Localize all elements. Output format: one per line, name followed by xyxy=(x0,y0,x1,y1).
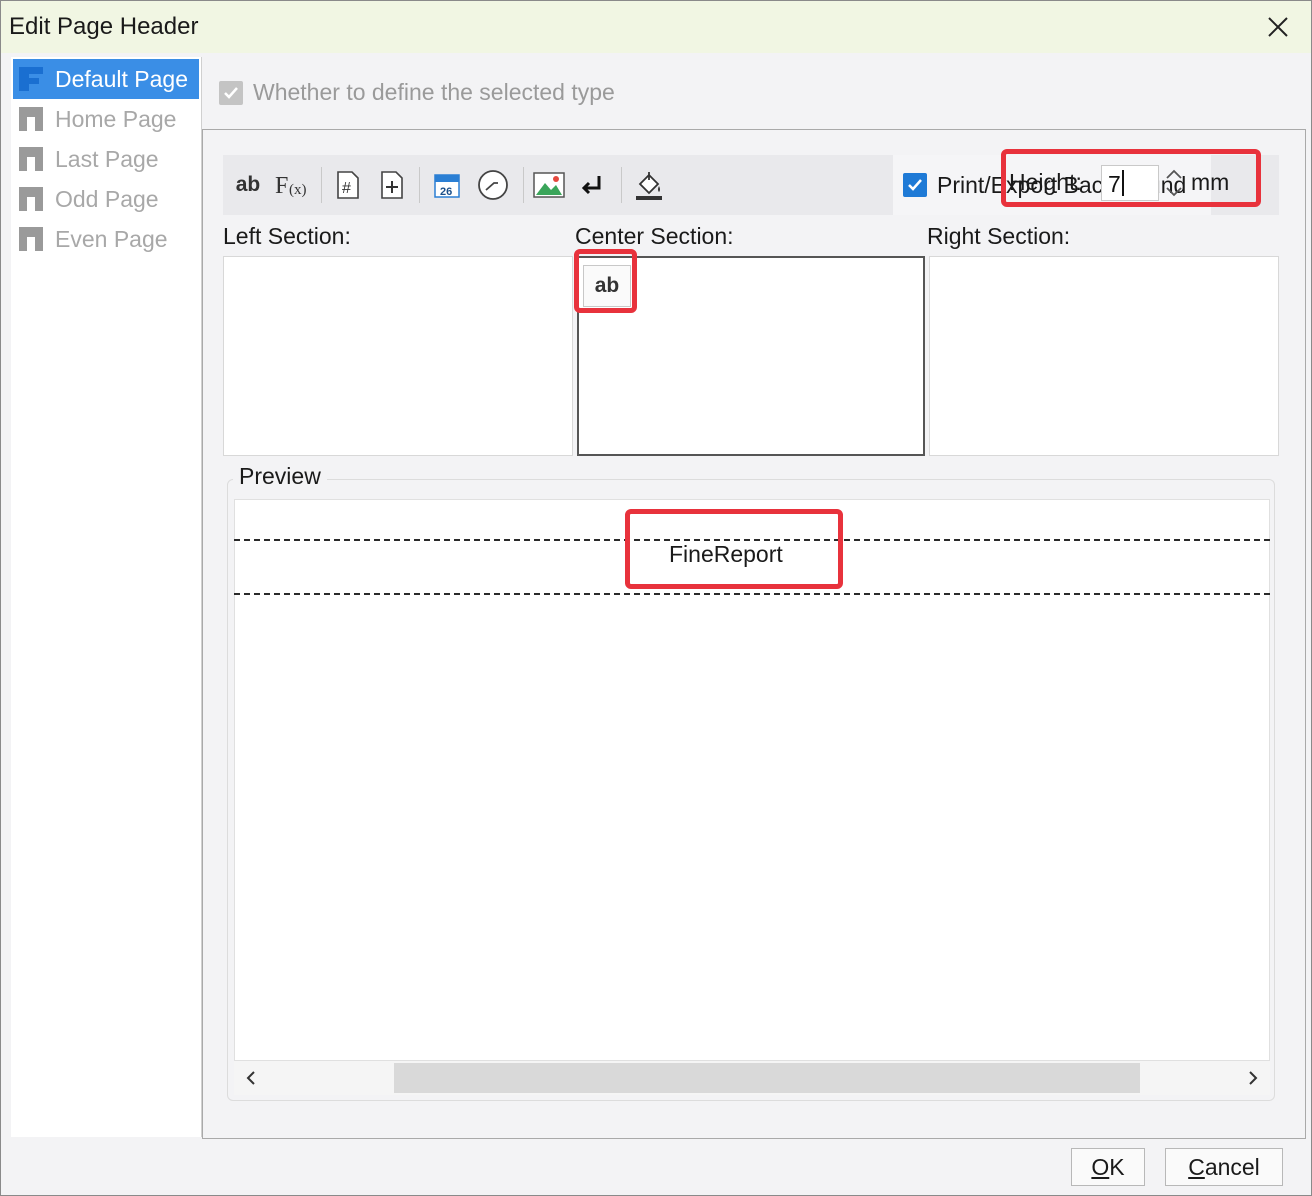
svg-text:F: F xyxy=(275,173,288,199)
insert-page-number-button[interactable]: # xyxy=(331,165,365,205)
image-icon xyxy=(533,172,565,198)
finereport-page-icon xyxy=(19,107,43,131)
finereport-page-icon xyxy=(19,187,43,211)
sidebar-item-home-page[interactable]: Home Page xyxy=(13,99,199,139)
finereport-page-icon xyxy=(19,67,43,91)
sidebar-item-last-page[interactable]: Last Page xyxy=(13,139,199,179)
page-number-icon: # xyxy=(337,171,359,199)
height-input[interactable]: 7 xyxy=(1101,165,1159,201)
scrollbar-thumb[interactable] xyxy=(394,1063,1140,1093)
scroll-left-button[interactable] xyxy=(234,1061,268,1095)
sidebar-item-even-page[interactable]: Even Page xyxy=(13,219,199,259)
height-increment-button[interactable] xyxy=(1161,165,1187,183)
center-section-label: Center Section: xyxy=(575,223,734,249)
preview-title: Preview xyxy=(233,463,327,490)
finereport-page-icon xyxy=(19,227,43,251)
ok-button[interactable]: OK xyxy=(1071,1148,1145,1186)
checkbox-checked-disabled xyxy=(219,80,243,105)
insert-date-button[interactable]: 26 xyxy=(429,165,465,205)
background-fill-button[interactable] xyxy=(629,165,669,205)
dialog-title: Edit Page Header xyxy=(9,13,199,40)
chevron-down-icon xyxy=(1166,187,1182,197)
height-label: Height: xyxy=(1009,169,1082,195)
sidebar-item-odd-page[interactable]: Odd Page xyxy=(13,179,199,219)
chevron-left-icon xyxy=(246,1071,255,1085)
insert-image-button[interactable] xyxy=(531,165,567,205)
calendar-icon: 26 xyxy=(434,174,460,198)
insert-time-button[interactable] xyxy=(473,165,513,205)
height-spinner xyxy=(1161,165,1187,201)
checkbox-checked xyxy=(903,173,927,197)
paint-bucket-icon xyxy=(636,172,662,200)
chevron-up-icon xyxy=(1166,169,1182,179)
insert-text-button[interactable]: ab xyxy=(231,165,265,205)
close-icon xyxy=(1268,17,1288,37)
check-icon xyxy=(908,179,922,191)
insert-formula-button[interactable]: F (x) xyxy=(273,165,313,205)
left-section-editor[interactable] xyxy=(223,256,573,456)
insert-line-break-button[interactable] xyxy=(575,165,609,205)
chevron-right-icon xyxy=(1249,1071,1258,1085)
clock-icon xyxy=(478,170,508,200)
center-text-item[interactable]: ab xyxy=(583,265,631,307)
scroll-right-button[interactable] xyxy=(1236,1061,1270,1095)
right-section-label: Right Section: xyxy=(927,223,1071,249)
sidebar-item-default-page[interactable]: Default Page xyxy=(13,59,199,99)
svg-text:(x): (x) xyxy=(289,182,307,198)
cancel-button[interactable]: Cancel xyxy=(1165,1148,1283,1186)
height-decrement-button[interactable] xyxy=(1161,183,1187,201)
svg-text:#: # xyxy=(342,180,351,197)
define-selected-type-checkbox[interactable]: Whether to define the selected type xyxy=(219,79,615,106)
finereport-page-icon xyxy=(19,147,43,171)
right-section-editor[interactable] xyxy=(929,256,1279,456)
edit-page-header-dialog: Edit Page Header Default Page Home Page … xyxy=(0,0,1312,1196)
check-icon xyxy=(224,86,238,99)
left-section-label: Left Section: xyxy=(223,223,351,249)
page-type-list: Default Page Home Page Last Page Odd Pag… xyxy=(11,57,202,1137)
svg-text:26: 26 xyxy=(440,186,452,198)
line-break-icon xyxy=(581,176,601,195)
define-selected-type-label: Whether to define the selected type xyxy=(253,79,615,105)
preview-horizontal-scrollbar[interactable] xyxy=(234,1061,1270,1095)
preview-canvas xyxy=(234,499,1270,1061)
header-bottom-boundary xyxy=(234,593,1270,595)
close-button[interactable] xyxy=(1253,5,1303,49)
formula-icon: F (x) xyxy=(275,173,307,199)
height-unit-label: mm xyxy=(1191,169,1230,195)
preview-header-text: FineReport xyxy=(669,541,783,567)
title-bar: Edit Page Header xyxy=(1,1,1311,53)
insert-total-pages-button[interactable] xyxy=(375,165,409,205)
total-pages-icon xyxy=(381,171,403,199)
